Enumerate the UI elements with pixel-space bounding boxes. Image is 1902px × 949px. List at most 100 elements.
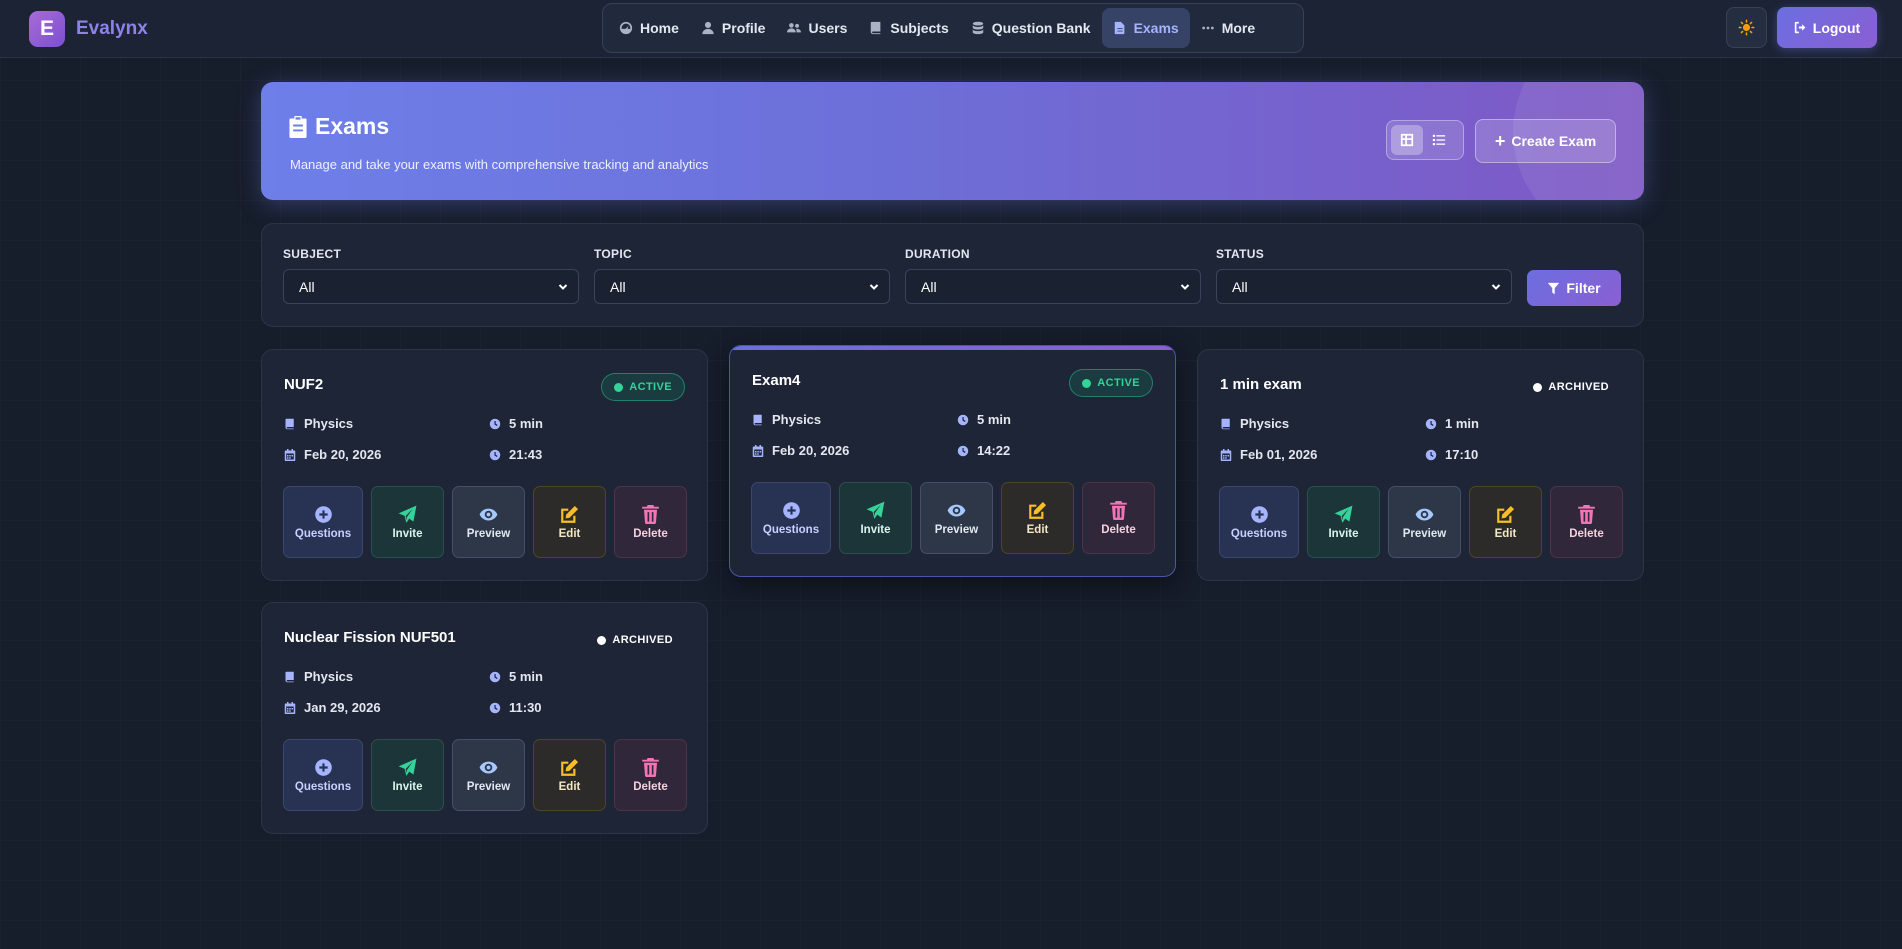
filter-button-label: Filter bbox=[1566, 280, 1601, 296]
preview-button[interactable]: Preview bbox=[920, 482, 993, 554]
preview-label: Preview bbox=[466, 527, 511, 540]
filter-button[interactable]: Filter bbox=[1527, 270, 1621, 306]
status-dot bbox=[1082, 378, 1092, 388]
exam-date-text: Feb 20, 2026 bbox=[772, 443, 850, 458]
funnel-icon bbox=[1548, 282, 1560, 294]
invite-button[interactable]: Invite bbox=[371, 486, 444, 558]
status-dot bbox=[614, 382, 624, 392]
delete-button[interactable]: Delete bbox=[614, 739, 687, 811]
filter-panel: SUBJECT All TOPIC All DURATION All STATU… bbox=[261, 223, 1644, 327]
plus-circle-icon bbox=[1250, 505, 1268, 523]
topic-select-value: All bbox=[610, 278, 626, 295]
invite-button[interactable]: Invite bbox=[371, 739, 444, 811]
trash-icon bbox=[642, 504, 659, 524]
exam-card: Exam4 ACTIVE Physics 5 min Feb 20, 2026 … bbox=[729, 345, 1176, 577]
delete-label: Delete bbox=[633, 527, 668, 540]
nav-item-more[interactable]: More bbox=[1190, 8, 1266, 48]
paper-plane-icon bbox=[1334, 505, 1353, 523]
invite-button[interactable]: Invite bbox=[1307, 486, 1380, 558]
topic-select[interactable]: All bbox=[594, 269, 890, 304]
exam-subject-text: Physics bbox=[304, 416, 354, 431]
edit-icon bbox=[561, 505, 579, 523]
theme-toggle-button[interactable] bbox=[1726, 7, 1767, 48]
nav-item-question-bank[interactable]: Question Bank bbox=[960, 8, 1102, 48]
status-text: ACTIVE bbox=[629, 381, 672, 393]
questions-label: Questions bbox=[762, 523, 820, 536]
clock-icon bbox=[1425, 449, 1437, 460]
brand[interactable]: E Evalynx bbox=[29, 11, 148, 47]
exam-subject: Physics bbox=[284, 416, 353, 431]
status-filter-label: STATUS bbox=[1216, 247, 1265, 261]
nav-item-label: More bbox=[1221, 20, 1256, 36]
nav-item-label: Profile bbox=[721, 20, 766, 36]
questions-button[interactable]: Questions bbox=[751, 482, 831, 554]
status-select[interactable]: All bbox=[1216, 269, 1512, 304]
clock-icon bbox=[1425, 418, 1437, 429]
exam-actions: Questions Invite Preview Edit Delete bbox=[283, 739, 687, 811]
create-exam-button[interactable]: + Create Exam bbox=[1475, 119, 1616, 163]
logout-button[interactable]: Logout bbox=[1777, 7, 1877, 48]
preview-label: Preview bbox=[1402, 527, 1447, 540]
exam-title: 1 min exam bbox=[1220, 376, 1302, 393]
gauge-icon bbox=[619, 21, 633, 35]
delete-button[interactable]: Delete bbox=[614, 486, 687, 558]
nav-item-profile[interactable]: Profile bbox=[690, 8, 777, 48]
nav-item-home[interactable]: Home bbox=[608, 8, 690, 48]
exam-title: Exam4 bbox=[752, 372, 801, 389]
exam-time: 17:10 bbox=[1425, 447, 1478, 462]
calendar-icon bbox=[1220, 448, 1232, 461]
nav-item-label: Subjects bbox=[890, 20, 949, 36]
preview-label: Preview bbox=[934, 523, 979, 536]
edit-button[interactable]: Edit bbox=[1469, 486, 1542, 558]
plus-circle-icon bbox=[314, 505, 332, 523]
questions-button[interactable]: Questions bbox=[1219, 486, 1299, 558]
nav-item-users[interactable]: Users bbox=[776, 8, 858, 48]
subject-select-value: All bbox=[299, 278, 315, 295]
list-view-button[interactable] bbox=[1423, 125, 1455, 155]
edit-button[interactable]: Edit bbox=[533, 486, 606, 558]
questions-button[interactable]: Questions bbox=[283, 739, 363, 811]
paper-plane-icon bbox=[866, 501, 885, 519]
preview-button[interactable]: Preview bbox=[452, 486, 525, 558]
calendar-icon bbox=[284, 448, 296, 461]
questions-label: Questions bbox=[1230, 527, 1288, 540]
user-icon bbox=[702, 21, 714, 35]
nav-item-exams[interactable]: Exams bbox=[1101, 8, 1190, 48]
edit-icon bbox=[561, 758, 579, 776]
status-badge: ACTIVE bbox=[601, 373, 685, 401]
delete-button[interactable]: Delete bbox=[1550, 486, 1623, 558]
trash-icon bbox=[1578, 504, 1595, 524]
nav-item-subjects[interactable]: Subjects bbox=[858, 8, 959, 48]
page-title: Exams bbox=[289, 113, 389, 140]
edit-icon bbox=[1497, 505, 1515, 523]
edit-button[interactable]: Edit bbox=[533, 739, 606, 811]
delete-button[interactable]: Delete bbox=[1082, 482, 1155, 554]
ellipsis-icon bbox=[1201, 26, 1214, 30]
subject-filter: SUBJECT All bbox=[283, 247, 579, 304]
invite-button[interactable]: Invite bbox=[839, 482, 912, 554]
exam-actions: Questions Invite Preview Edit Delete bbox=[1219, 486, 1623, 558]
duration-select[interactable]: All bbox=[905, 269, 1201, 304]
grid-view-button[interactable] bbox=[1391, 125, 1423, 155]
trash-icon bbox=[1110, 500, 1127, 520]
clock-icon bbox=[489, 449, 501, 460]
list-icon bbox=[1432, 134, 1446, 146]
exam-title: Nuclear Fission NUF501 bbox=[284, 629, 456, 646]
subject-select[interactable]: All bbox=[283, 269, 579, 304]
chevron-down-icon bbox=[869, 283, 879, 290]
preview-button[interactable]: Preview bbox=[1388, 486, 1461, 558]
exam-duration: 5 min bbox=[489, 669, 543, 684]
exam-time: 21:43 bbox=[489, 447, 542, 462]
edit-button[interactable]: Edit bbox=[1001, 482, 1074, 554]
topic-filter-label: TOPIC bbox=[594, 247, 632, 261]
view-toggle bbox=[1386, 120, 1464, 160]
clock-icon bbox=[957, 414, 969, 425]
preview-button[interactable]: Preview bbox=[452, 739, 525, 811]
questions-button[interactable]: Questions bbox=[283, 486, 363, 558]
chevron-down-icon bbox=[1180, 283, 1190, 290]
app-logo: E bbox=[29, 11, 65, 47]
exam-subject-text: Physics bbox=[304, 669, 354, 684]
status-dot bbox=[597, 635, 607, 645]
exam-title: NUF2 bbox=[284, 376, 324, 393]
status-text: ACTIVE bbox=[1097, 377, 1140, 389]
